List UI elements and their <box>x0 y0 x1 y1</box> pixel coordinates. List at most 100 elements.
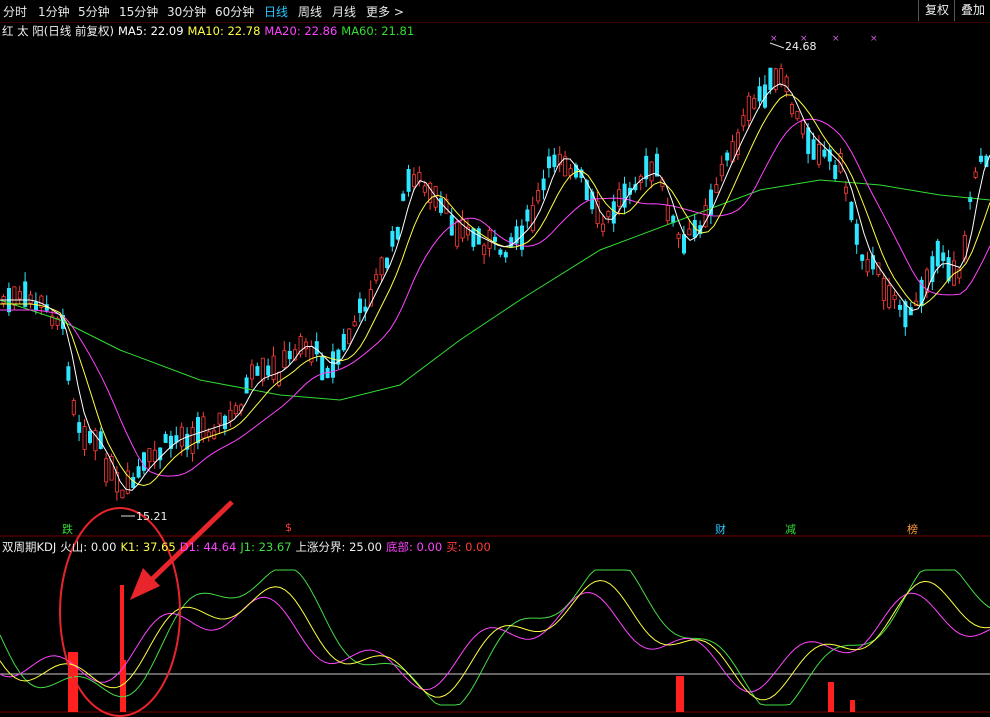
event-tag-die[interactable]: 跌 <box>62 521 73 537</box>
candle-body <box>17 291 22 300</box>
candle-body <box>806 127 811 154</box>
candlesticks <box>1 63 989 501</box>
candle-body <box>606 210 611 218</box>
candle-body <box>682 234 687 254</box>
candle-body <box>898 304 903 310</box>
candle-body <box>320 356 325 381</box>
candle-body <box>741 115 746 127</box>
candle-body <box>687 228 692 236</box>
low-price-label: 15.21 <box>136 510 168 523</box>
candle-body <box>395 226 400 240</box>
signal-x-marker: × <box>870 34 878 44</box>
candle-body <box>411 174 416 187</box>
candle-body <box>222 415 227 430</box>
candle-body <box>795 111 800 120</box>
candle-body <box>120 489 125 499</box>
candle-body <box>136 466 141 478</box>
ma5-line <box>0 83 990 491</box>
high-price-label: 24.68 <box>785 40 817 53</box>
candle-body <box>979 155 984 162</box>
candle-body <box>611 201 616 224</box>
kdj-name: 双周期KDJ <box>2 540 57 554</box>
candle-body <box>347 328 352 345</box>
candle-body <box>887 285 892 308</box>
candle-body <box>406 169 411 192</box>
candle-body <box>330 351 335 378</box>
candle-body <box>104 458 109 483</box>
candle-body <box>941 252 946 262</box>
kdj-legend: 双周期KDJ 火山: 0.00 K1: 37.65 D1: 44.64 J1: 23.6… <box>2 539 495 555</box>
event-tag-cai[interactable]: 财 <box>715 521 726 537</box>
candle-body <box>341 334 346 351</box>
candle-body <box>357 298 362 313</box>
kline-chart[interactable]: × × × × <box>0 0 990 717</box>
event-tag-bang[interactable]: 榜 <box>907 521 918 537</box>
kdj-d1: D1: 44.64 <box>179 540 237 554</box>
kdj-k-line <box>0 579 990 701</box>
candle-body <box>817 143 822 165</box>
candle-body <box>752 98 757 109</box>
candle-body <box>973 171 978 178</box>
candle-body <box>676 233 681 239</box>
kdj-rise-bound: 上涨分界: 25.00 <box>295 540 382 554</box>
candle-body <box>536 190 541 202</box>
candle-body <box>422 185 427 193</box>
candle-body <box>541 178 546 191</box>
candle-body <box>282 350 287 369</box>
candle-body <box>757 86 762 102</box>
signal-x-marker: × <box>770 34 778 44</box>
candle-body <box>649 161 654 182</box>
ma60-line <box>0 179 990 401</box>
candle-body <box>217 412 222 425</box>
candle-body <box>946 257 951 282</box>
kdj-k1: K1: 37.65 <box>120 540 176 554</box>
candle-body <box>141 452 146 471</box>
candle-body <box>28 294 33 304</box>
candle-body <box>276 371 281 386</box>
event-tag-jian[interactable]: 减 <box>785 521 796 537</box>
candle-body <box>77 422 82 433</box>
kdj-bar <box>676 676 684 712</box>
candle-body <box>547 156 552 169</box>
candle-body <box>655 153 660 177</box>
candle-body <box>352 321 357 327</box>
candle-body <box>784 76 789 93</box>
candle-body <box>530 205 535 232</box>
event-tag-dollar[interactable]: $ <box>285 521 292 534</box>
candle-body <box>800 119 805 135</box>
candle-body <box>88 431 93 444</box>
candle-body <box>482 244 487 256</box>
candle-body <box>849 201 854 221</box>
candle-body <box>401 193 406 201</box>
candle-body <box>725 152 730 161</box>
candle-body <box>746 95 751 121</box>
candle-body <box>492 236 497 242</box>
ma20-line <box>0 118 990 477</box>
candle-body <box>287 350 292 360</box>
candle-body <box>249 364 254 380</box>
candle-body <box>860 254 865 261</box>
candle-body <box>563 156 568 177</box>
candle-body <box>82 426 87 450</box>
kdj-j1: J1: 23.67 <box>240 540 292 554</box>
candle-body <box>152 449 157 463</box>
candle-body <box>147 448 152 463</box>
candle-body <box>768 67 773 90</box>
candle-body <box>66 366 71 381</box>
candle-body <box>23 281 28 307</box>
candle-body <box>71 400 76 415</box>
candle-body <box>665 204 670 222</box>
candle-body <box>384 257 389 269</box>
candle-body <box>833 164 838 179</box>
candle-body <box>644 155 649 180</box>
candle-body <box>525 209 530 222</box>
candle-body <box>266 365 271 376</box>
candle-body <box>379 257 384 276</box>
candle-body <box>190 427 195 454</box>
candle-body <box>255 366 260 376</box>
kdj-volcano: 火山: 0.00 <box>60 540 117 554</box>
candle-body <box>881 278 886 301</box>
kdj-bottom: 底部: 0.00 <box>386 540 443 554</box>
candle-body <box>233 405 238 415</box>
kdj-bar <box>850 700 855 712</box>
